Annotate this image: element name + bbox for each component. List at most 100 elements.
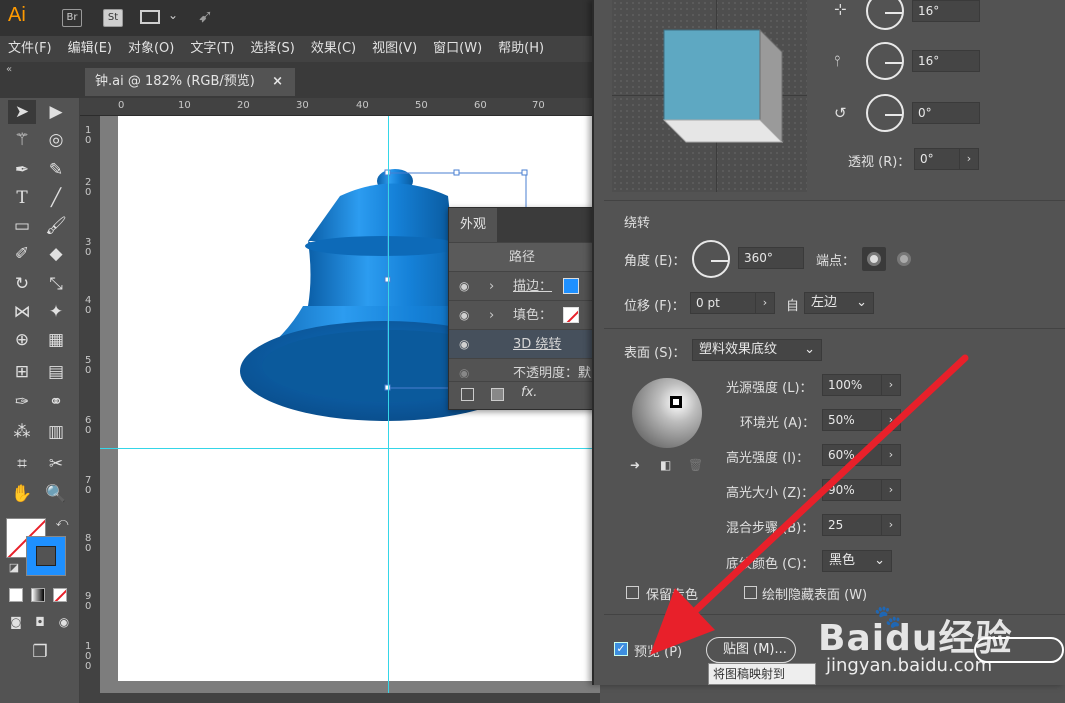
slice-tool-icon[interactable]: ✂ [42,452,70,476]
angle-input[interactable]: 360° [738,247,804,269]
add-effect-icon[interactable]: fx. [521,385,537,400]
menu-file[interactable]: 文件(F) [0,36,60,62]
3d-revolve-effect-link[interactable]: 3D 绕转 [513,330,561,359]
close-tab-icon[interactable]: × [272,68,283,96]
eraser-tool-icon[interactable]: ◆ [42,242,70,266]
rotate-x-input[interactable]: 16° [912,0,980,22]
default-fill-stroke-icon[interactable]: ◪ [0,556,28,580]
perspective-grid-tool-icon[interactable]: ▦ [42,328,70,352]
curvature-tool-icon[interactable]: ✎ [42,158,70,182]
rotate-z-input[interactable]: 0° [912,102,980,124]
menu-window[interactable]: 窗口(W) [425,36,490,62]
rotate-y-input[interactable]: 16° [912,50,980,72]
zoom-tool-icon[interactable]: 🔍 [42,482,70,506]
vertical-ruler: 1 0 2 0 3 0 4 0 5 0 6 0 7 0 8 0 9 0 1 0 … [80,116,100,703]
screen-mode-icon[interactable]: ❐ [26,640,54,664]
angle-dial[interactable] [692,240,730,278]
line-tool-icon[interactable]: ╱ [42,186,70,210]
column-graph-tool-icon[interactable]: ▥ [42,420,70,444]
angle-label: 角度 (E)： [624,254,686,269]
horizontal-guide[interactable] [100,448,600,449]
stroke-color-swatch[interactable] [563,278,579,294]
bridge-button[interactable]: Br [62,9,82,27]
perspective-input[interactable]: 0° [914,148,960,170]
magic-wand-tool-icon[interactable]: ⚚ [8,128,36,152]
menu-view[interactable]: 视图(V) [364,36,425,62]
rectangle-tool-icon[interactable]: ▭ [8,214,36,238]
visibility-eye-icon[interactable]: ◉ [459,359,469,378]
add-fill-icon[interactable] [491,388,504,401]
type-tool-icon[interactable]: T [8,186,36,210]
visibility-eye-icon[interactable]: ◉ [459,301,469,330]
menu-bar: 文件(F) 编辑(E) 对象(O) 文字(T) 选择(S) 效果(C) 视图(V) 窗口(W)… [0,36,600,62]
cap-on-button[interactable] [862,247,886,271]
chevron-down-icon: ⌄ [856,295,867,310]
offset-input[interactable]: 0 pt [690,292,756,314]
appearance-row-opacity[interactable]: ◉ 不透明度：默 [449,358,595,378]
rotate-tool-icon[interactable]: ↻ [8,272,36,296]
lasso-tool-icon[interactable]: ◎ [42,128,70,152]
menu-effect[interactable]: 效果(C) [303,36,364,62]
menu-type[interactable]: 文字(T) [182,36,242,62]
selection-tool-icon[interactable]: ➤ [8,100,36,124]
menu-select[interactable]: 选择(S) [242,36,302,62]
pen-tool-icon[interactable]: ✒ [8,158,36,182]
visibility-eye-icon[interactable]: ◉ [459,330,469,359]
scale-tool-icon[interactable]: ⤡ [42,272,70,296]
shaper-tool-icon[interactable]: ✐ [8,242,36,266]
stroke-label[interactable]: 描边： [513,272,552,301]
eyedropper-tool-icon[interactable]: ✑ [8,390,36,414]
draw-inside-icon[interactable]: ◉ [50,610,78,634]
add-stroke-icon[interactable] [461,388,474,401]
width-tool-icon[interactable]: ⋈ [8,300,36,324]
stock-button[interactable]: St [103,9,123,27]
chevron-right-icon[interactable]: › [489,301,494,330]
from-select-value: 左边 [811,295,838,310]
artboard-tool-icon[interactable]: ⌗ [8,452,36,476]
collapse-panel-icon[interactable]: « [6,64,12,75]
swap-fill-stroke-icon[interactable]: ⤺ [48,510,76,534]
rotate-x-dial[interactable] [866,0,904,30]
color-mode-icon[interactable] [9,588,23,602]
menu-edit[interactable]: 编辑(E) [60,36,120,62]
gradient-tool-icon[interactable]: ▤ [42,360,70,384]
appearance-tab[interactable]: 外观 [449,208,497,242]
rotate-z-dial[interactable] [866,94,904,132]
cap-off-button[interactable] [892,247,916,271]
gpu-performance-icon[interactable]: ➹ [198,6,213,27]
cube-preview[interactable] [612,0,807,192]
offset-slider-button[interactable]: › [755,292,775,314]
stroke-swatch[interactable] [26,536,66,576]
hand-tool-icon[interactable]: ✋ [8,482,36,506]
menu-help[interactable]: 帮助(H) [490,36,552,62]
menu-object[interactable]: 对象(O) [120,36,182,62]
from-select[interactable]: 左边 ⌄ [804,292,874,314]
appearance-row-fill[interactable]: ◉ › 填色： [449,300,595,329]
vertical-guide[interactable] [388,116,389,703]
rotate-y-dial[interactable] [866,42,904,80]
fill-none-swatch[interactable] [563,307,579,323]
direct-selection-tool-icon[interactable]: ▶ [42,100,70,124]
chevron-down-icon[interactable]: ⌄ [168,8,178,22]
blend-tool-icon[interactable]: ⚭ [42,390,70,414]
fill-label[interactable]: 填色： [513,301,552,330]
appearance-row-3d-revolve[interactable]: ◉ 3D 绕转 [449,329,595,358]
chevron-right-icon[interactable]: › [489,272,494,301]
document-tab[interactable]: 钟.ai @ 182% (RGB/预览) × [85,68,295,96]
paintbrush-tool-icon[interactable]: 🖌 [42,214,70,238]
arrange-documents-icon[interactable] [140,10,160,24]
mesh-tool-icon[interactable]: ⊞ [8,360,36,384]
ruler-mark: 6 0 [85,415,92,436]
shape-builder-tool-icon[interactable]: ⊕ [8,328,36,352]
ruler-mark: 50 [415,100,428,111]
visibility-eye-icon[interactable]: ◉ [459,272,469,301]
none-mode-icon[interactable] [53,588,67,602]
gradient-mode-icon[interactable] [31,588,45,602]
ruler-mark: 4 0 [85,295,92,316]
opacity-label[interactable]: 不透明度：默 [513,359,591,378]
perspective-slider-button[interactable]: › [959,148,979,170]
rotation-track-cube[interactable] [612,0,807,192]
puppet-warp-tool-icon[interactable]: ✦ [42,300,70,324]
appearance-row-stroke[interactable]: ◉ › 描边： [449,271,595,300]
symbol-sprayer-tool-icon[interactable]: ⁂ [8,420,36,444]
